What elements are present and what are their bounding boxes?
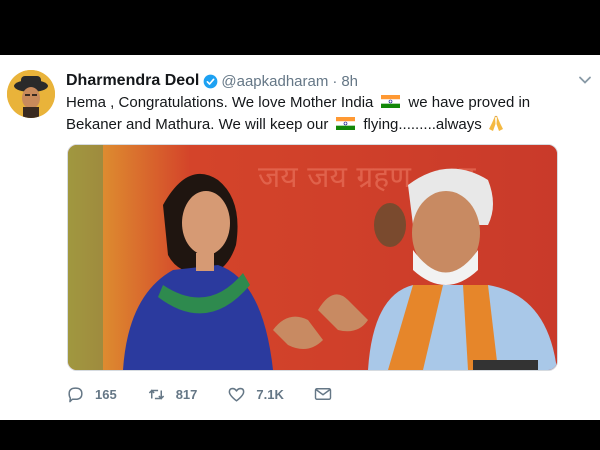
like-icon [229, 387, 245, 402]
like-count: 7.1K [256, 386, 284, 402]
reply-icon [68, 386, 83, 402]
retweet-count: 817 [175, 386, 198, 402]
retweet-button[interactable]: 817 [147, 385, 198, 404]
separator-dot: · [332, 72, 338, 90]
direct-message-button[interactable] [314, 386, 332, 402]
chevron-down-icon[interactable] [578, 73, 592, 87]
retweet-icon [148, 388, 164, 400]
display-name[interactable]: Dharmendra Deol [66, 72, 199, 90]
handle[interactable]: @aapkadharam [221, 73, 328, 90]
indian-flag-icon [336, 117, 356, 130]
tweet-text-part-3: flying.........always [363, 116, 482, 133]
direct-message-icon [314, 388, 332, 400]
tweet-actions: 165 817 7.1K [66, 384, 366, 404]
verified-badge-icon [204, 74, 218, 88]
reply-button[interactable]: 165 [66, 385, 117, 404]
tweet-card[interactable]: Dharmendra Deol @aapkadharam · 8h Hema ,… [0, 55, 600, 420]
tweet-photo[interactable]: जय जय ग्रहण ... गु [67, 144, 558, 371]
tweet-text: Hema , Congratulations. We love Mother I… [66, 92, 586, 136]
reply-count: 165 [95, 386, 117, 402]
tweet-header: Dharmendra Deol @aapkadharam · 8h [66, 70, 358, 92]
timestamp[interactable]: 8h [341, 73, 358, 90]
like-button[interactable]: 7.1K [227, 385, 284, 404]
folded-hands-icon [488, 115, 503, 131]
tweet-text-part-1: Hema , Congratulations. We love Mother I… [66, 94, 374, 111]
avatar[interactable] [7, 70, 55, 118]
indian-flag-icon [381, 95, 401, 108]
